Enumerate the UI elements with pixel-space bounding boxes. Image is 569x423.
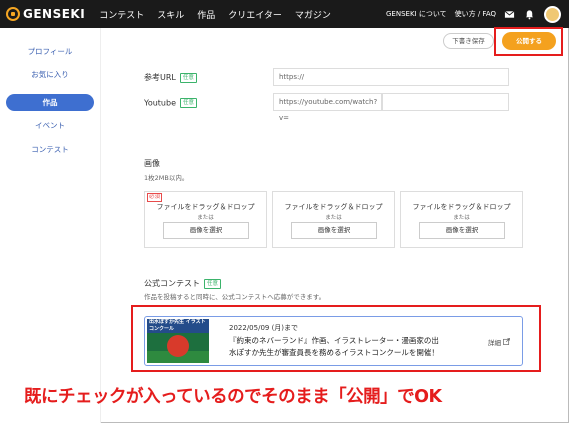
image-dropzone-3[interactable]: ファイルをドラッグ＆ドロップ または 画像を選択 <box>400 191 523 248</box>
sidebar-item-favorites[interactable]: お気に入り <box>6 66 94 83</box>
select-image-button[interactable]: 画像を選択 <box>163 222 249 239</box>
image-size-note: 1枚2MB以内。 <box>144 174 189 182</box>
drop-text: ファイルをドラッグ＆ドロップ <box>284 203 383 211</box>
youtube-prefix-field: https://youtube.com/watch?v= <box>273 93 382 122</box>
nav-link-faq[interactable]: 使い方 / FAQ <box>455 9 496 19</box>
top-nav: GENSEKI コンテスト スキル 作品 クリエイター マガジン GENSEKI… <box>0 0 569 28</box>
youtube-label-text: Youtube <box>144 98 176 108</box>
contest-label-text: 公式コンテスト <box>144 279 200 288</box>
sidebar-item-contest[interactable]: コンテスト <box>6 141 94 158</box>
youtube-label: Youtube 任意 <box>144 98 198 108</box>
nav-link-magazine[interactable]: マガジン <box>295 8 331 21</box>
nav-right: GENSEKI について 使い方 / FAQ <box>386 0 561 28</box>
contest-label: 公式コンテスト 任意 <box>144 278 222 289</box>
logo-icon <box>6 7 20 21</box>
select-image-button[interactable]: 画像を選択 <box>419 222 505 239</box>
sidebar-item-events[interactable]: イベント <box>6 117 94 134</box>
nav-link-works[interactable]: 作品 <box>197 8 215 21</box>
sidebar: プロフィール お気に入り 作品 イベント コンテスト <box>0 28 100 423</box>
select-image-button[interactable]: 画像を選択 <box>291 222 377 239</box>
nav-link-creators[interactable]: クリエイター <box>228 8 282 21</box>
avatar[interactable] <box>544 5 561 23</box>
nav-link-contest[interactable]: コンテスト <box>99 8 144 21</box>
youtube-id-input[interactable] <box>382 93 509 111</box>
sidebar-divider <box>100 28 101 423</box>
contest-note: 作品を投稿すると同時に、公式コンテストへ応募ができます。 <box>144 293 326 301</box>
image-dropzone-1[interactable]: 必須 ファイルをドラッグ＆ドロップ または 画像を選択 <box>144 191 267 248</box>
publish-highlight-box <box>494 27 563 56</box>
drop-or-text: または <box>325 215 342 221</box>
mail-icon[interactable] <box>504 9 515 20</box>
sidebar-item-profile[interactable]: プロフィール <box>6 43 94 60</box>
annotation-caption: 既にチェックが入っているのでそのまま「公開」でOK <box>24 387 442 407</box>
optional-tag: 任意 <box>180 98 198 108</box>
drop-text: ファイルをドラッグ＆ドロップ <box>412 203 511 211</box>
drop-or-text: または <box>197 215 214 221</box>
optional-tag: 任意 <box>179 72 197 83</box>
nav-links: コンテスト スキル 作品 クリエイター マガジン <box>99 8 344 21</box>
image-label: 画像 <box>144 159 160 168</box>
image-dropzone-2[interactable]: ファイルをドラッグ＆ドロップ または 画像を選択 <box>272 191 395 248</box>
required-badge: 必須 <box>147 193 163 202</box>
reference-url-label-text: 参考URL <box>144 73 176 82</box>
reference-url-label: 参考URL 任意 <box>144 72 197 83</box>
save-draft-button[interactable]: 下書き保存 <box>443 33 494 49</box>
logo-text: GENSEKI <box>23 7 86 21</box>
bell-icon[interactable] <box>524 9 535 20</box>
nav-link-skill[interactable]: スキル <box>157 8 184 21</box>
logo[interactable]: GENSEKI <box>6 7 85 21</box>
reference-url-input[interactable]: https:// <box>273 68 509 86</box>
drop-or-text: または <box>453 215 470 221</box>
nav-link-about[interactable]: GENSEKI について <box>386 9 447 19</box>
optional-tag: 任意 <box>204 278 222 289</box>
drop-text: ファイルをドラッグ＆ドロップ <box>156 203 255 211</box>
contest-highlight-box <box>131 305 541 372</box>
sidebar-item-works[interactable]: 作品 <box>6 94 94 111</box>
